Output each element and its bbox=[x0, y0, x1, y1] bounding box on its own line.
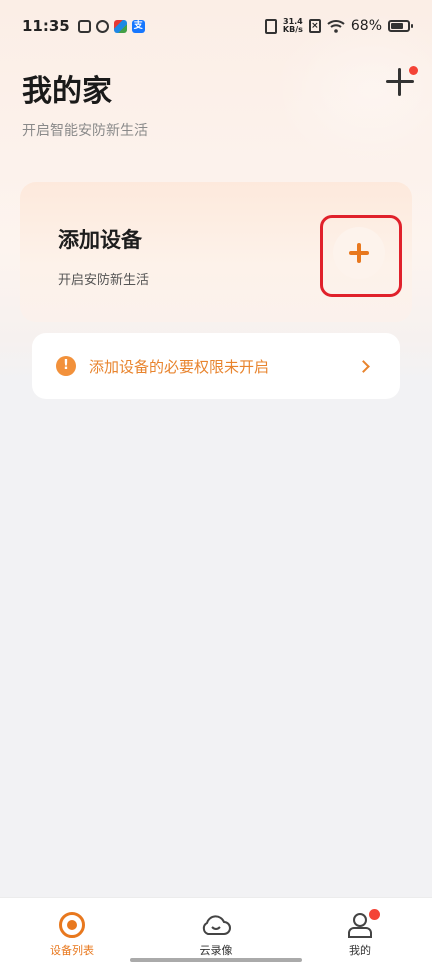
no-sim-icon: × bbox=[308, 19, 321, 33]
network-speed: 31.4 KB/s bbox=[283, 18, 303, 34]
cloud-icon bbox=[202, 915, 231, 935]
sync-notification-icon bbox=[95, 19, 109, 33]
app-notification-icon bbox=[113, 19, 127, 33]
warning-icon: ! bbox=[56, 356, 76, 376]
app-screen: 11:35 支 31.4 KB/s × 68% 我的家 开启智能安防新生活 添加… bbox=[0, 0, 432, 964]
battery-percent: 68% bbox=[350, 18, 382, 34]
message-notification-icon bbox=[77, 19, 91, 33]
nav-label-devices: 设备列表 bbox=[50, 944, 94, 957]
notification-dot bbox=[369, 909, 380, 920]
status-bar: 11:35 支 31.4 KB/s × 68% bbox=[0, 0, 432, 52]
nav-item-cloud-recording[interactable]: 云录像 bbox=[144, 898, 288, 964]
add-device-button[interactable] bbox=[333, 227, 385, 279]
add-device-card[interactable]: 添加设备 开启安防新生活 bbox=[20, 182, 412, 322]
plus-icon bbox=[349, 243, 369, 263]
vibrate-icon bbox=[264, 18, 277, 34]
battery-icon bbox=[388, 20, 413, 32]
nav-label-cloud-recording: 云录像 bbox=[199, 944, 233, 957]
card-title: 添加设备 bbox=[58, 228, 142, 252]
nav-item-devices[interactable]: 设备列表 bbox=[0, 898, 144, 964]
permission-banner[interactable]: ! 添加设备的必要权限未开启 bbox=[32, 333, 400, 399]
status-time: 11:35 bbox=[22, 17, 70, 35]
alipay-notification-icon: 支 bbox=[131, 19, 145, 33]
card-subtitle: 开启安防新生活 bbox=[58, 273, 150, 288]
page-subtitle: 开启智能安防新生活 bbox=[22, 123, 148, 139]
devices-icon bbox=[59, 912, 85, 938]
notification-dot bbox=[409, 66, 418, 75]
network-speed-unit: KB/s bbox=[282, 25, 303, 34]
nav-item-me[interactable]: 我的 bbox=[288, 898, 432, 964]
page-title: 我的家 bbox=[22, 74, 112, 109]
bottom-nav: 设备列表 云录像 我的 bbox=[0, 897, 432, 964]
nav-label-me: 我的 bbox=[349, 944, 371, 957]
permission-text: 添加设备的必要权限未开启 bbox=[89, 357, 270, 376]
notification-icons: 支 bbox=[77, 19, 145, 33]
status-right-group: 31.4 KB/s × 68% bbox=[264, 18, 413, 34]
home-indicator[interactable] bbox=[130, 958, 302, 962]
wifi-icon bbox=[327, 20, 345, 33]
chevron-right-icon bbox=[357, 359, 370, 373]
